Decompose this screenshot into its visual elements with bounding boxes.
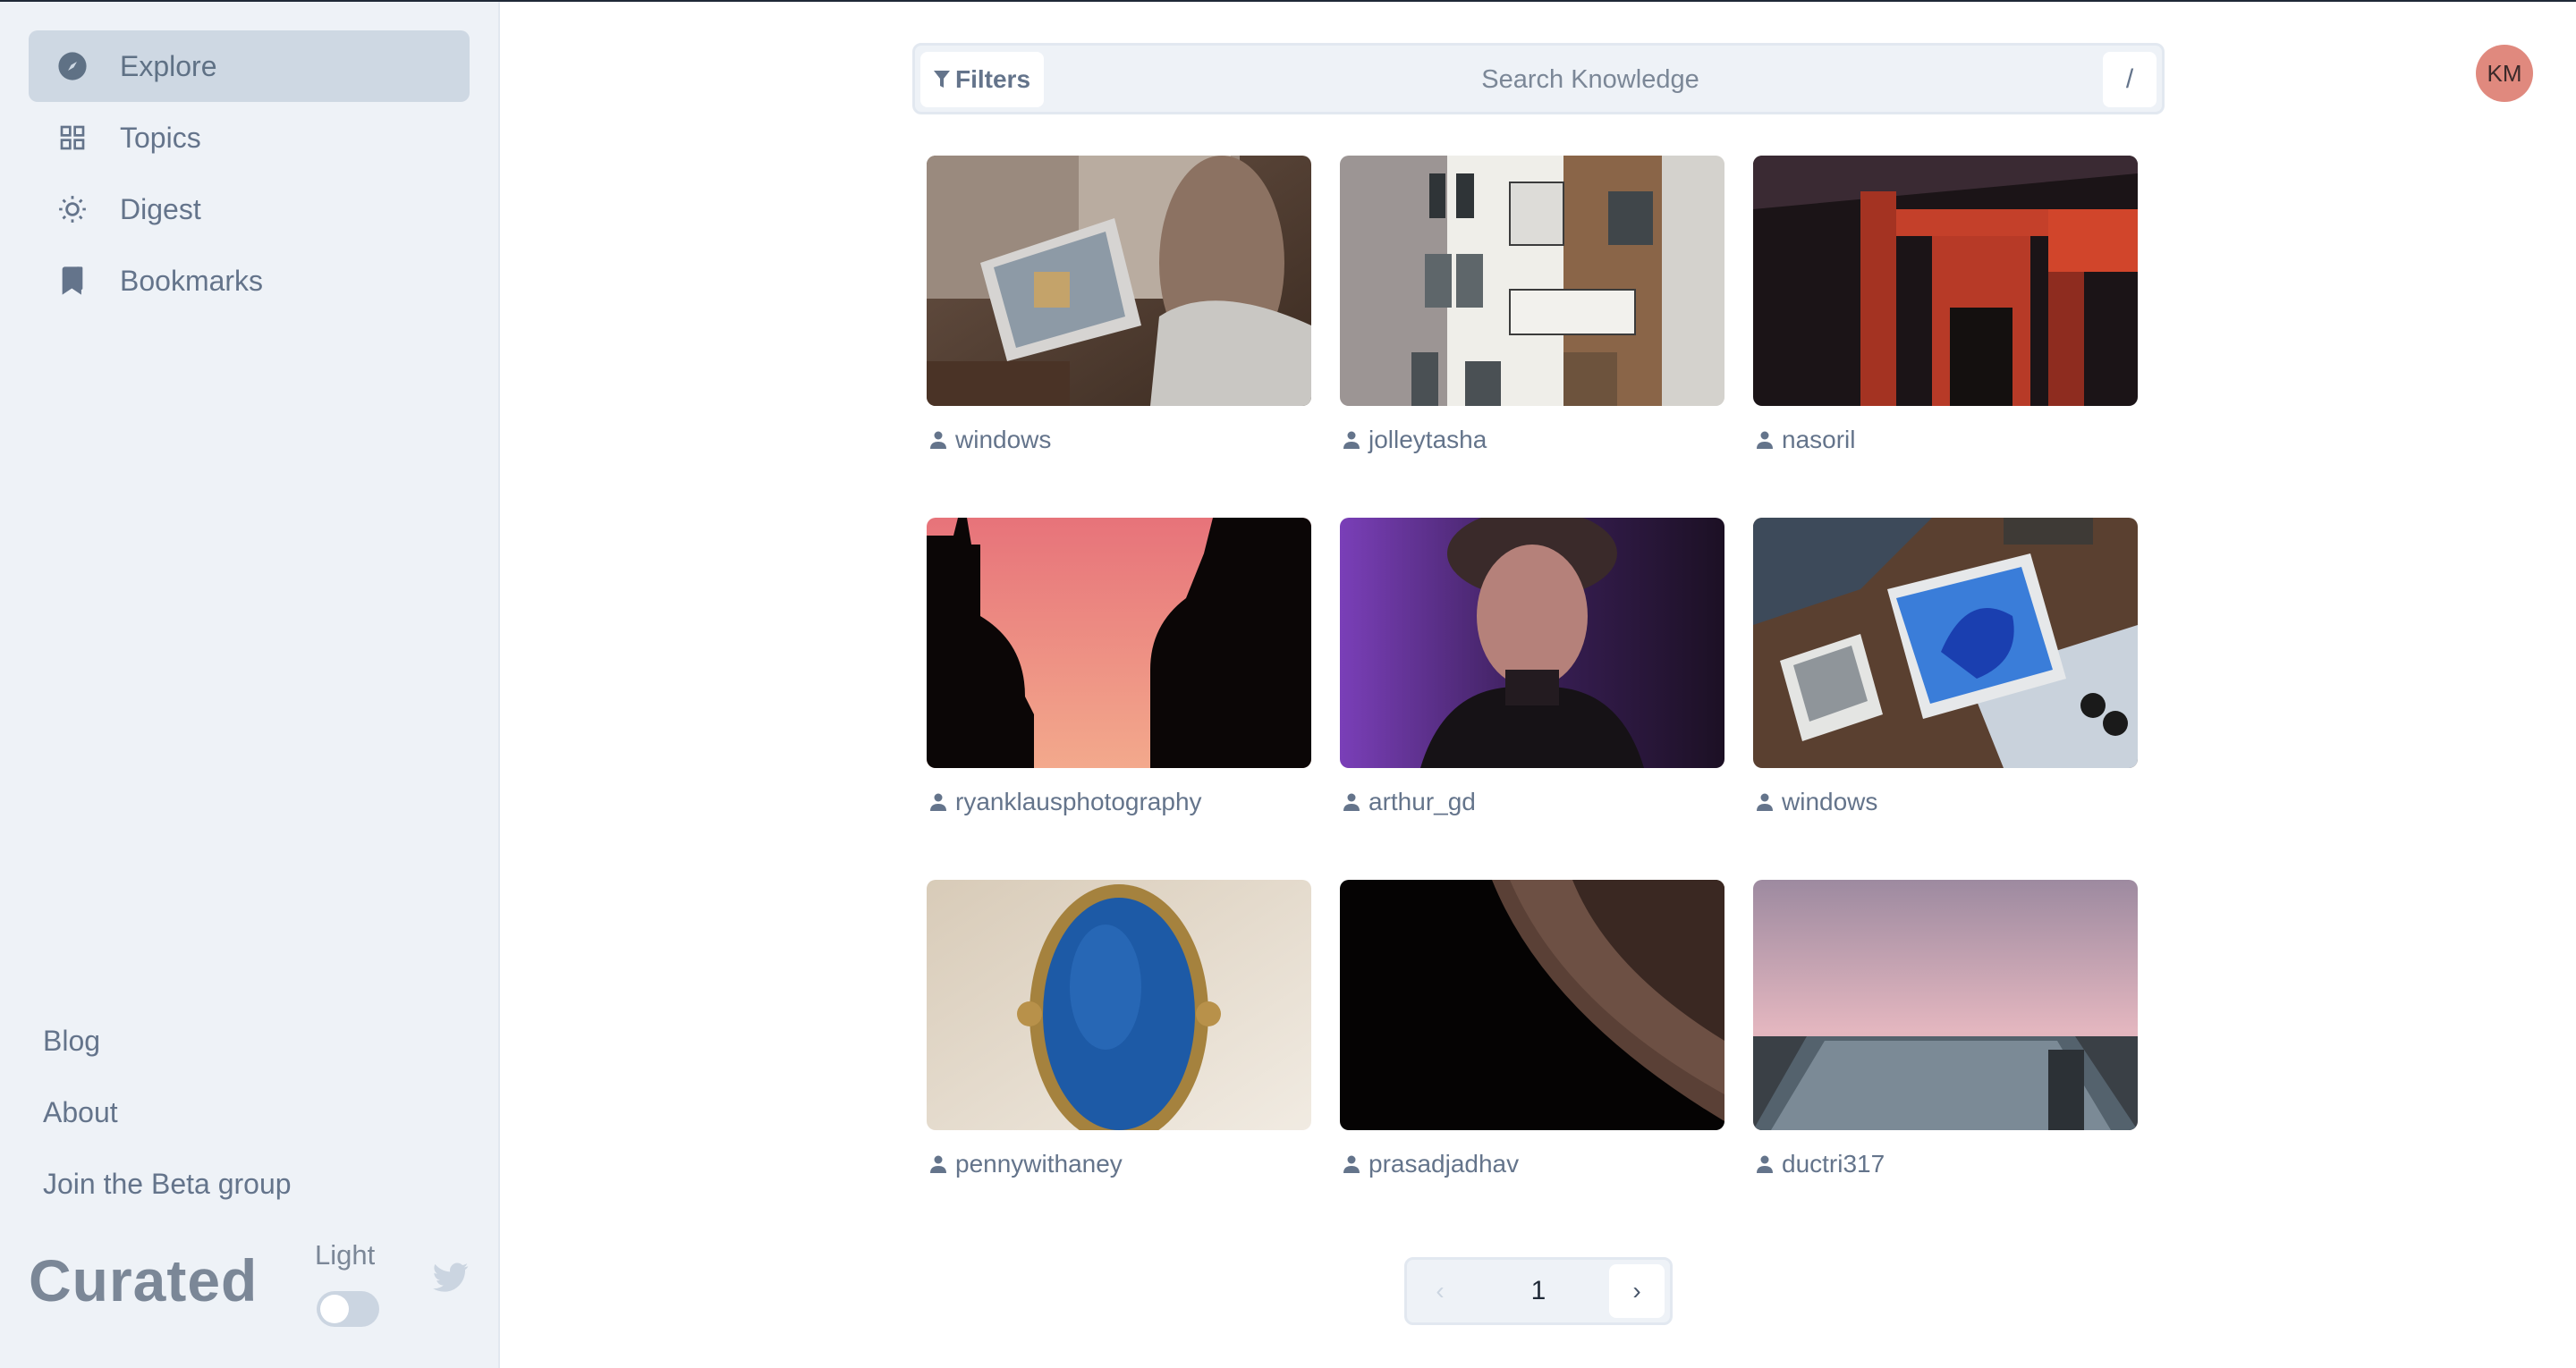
filters-button[interactable]: Filters [920,52,1044,107]
author-credit[interactable]: arthur_gd [1343,788,1724,816]
result-card: nasoril [1753,156,2138,454]
join-beta-link[interactable]: Join the Beta group [43,1164,292,1236]
result-card: jolleytasha [1340,156,1724,454]
author-name: windows [1782,788,1878,815]
theme-toggle[interactable] [317,1291,379,1327]
result-card: arthur_gd [1340,518,1724,816]
sidebar-item-label: Explore [120,49,217,82]
user-icon [1343,1155,1360,1173]
user-icon [930,1155,946,1173]
result-card: windows [927,156,1311,454]
blog-link[interactable]: Blog [43,1021,292,1093]
user-icon [1757,1155,1773,1173]
user-avatar[interactable]: KM [2476,45,2533,102]
result-image[interactable] [927,880,1311,1130]
result-image[interactable] [1340,156,1724,406]
result-card: ryanklausphotography [927,518,1311,816]
author-credit[interactable]: windows [930,426,1311,454]
user-icon [1343,431,1360,449]
author-credit[interactable]: jolleytasha [1343,426,1724,454]
next-page-button[interactable]: › [1609,1264,1665,1318]
sidebar-item-label: Topics [120,121,201,154]
result-card: pennywithaney [927,880,1311,1178]
sidebar-item-label: Bookmarks [120,264,264,297]
search-input[interactable] [1049,52,2131,107]
current-page-number: 1 [1530,1276,1546,1305]
author-name: pennywithaney [955,1150,1123,1178]
toggle-knob [320,1295,349,1323]
sun-icon [57,194,88,224]
twitter-icon[interactable] [433,1262,470,1295]
sidebar-item-explore[interactable]: Explore [29,30,470,102]
user-icon [1343,793,1360,811]
author-credit[interactable]: prasadjadhav [1343,1150,1724,1178]
author-name: jolleytasha [1368,426,1487,453]
user-icon [930,431,946,449]
result-image[interactable] [1753,880,2138,1130]
pagination: ‹ 1 › [1404,1257,1673,1325]
author-name: prasadjadhav [1368,1150,1520,1178]
author-credit[interactable]: ductri317 [1757,1150,2138,1178]
footer-links: Blog About Join the Beta group [43,1021,292,1236]
author-credit[interactable]: ryanklausphotography [930,788,1311,816]
search-shortcut-key: / [2103,52,2157,107]
filters-label: Filters [954,65,1031,93]
author-name: ductri317 [1782,1150,1885,1178]
bookmark-icon [57,266,88,296]
author-credit[interactable]: pennywithaney [930,1150,1311,1178]
result-card: windows [1753,518,2138,816]
sidebar-item-topics[interactable]: Topics [29,102,470,173]
result-image[interactable] [1340,880,1724,1130]
filter-icon [933,71,950,88]
result-image[interactable] [1753,156,2138,406]
sidebar: Explore Topics Digest Bookmarks Blog Abo… [0,2,500,1368]
sidebar-nav: Explore Topics Digest Bookmarks [29,30,470,317]
about-link[interactable]: About [43,1093,292,1164]
author-name: ryanklausphotography [955,788,1202,815]
sidebar-item-label: Digest [120,192,201,225]
sidebar-item-bookmarks[interactable]: Bookmarks [29,245,470,317]
result-card: prasadjadhav [1340,880,1724,1178]
result-image[interactable] [1753,518,2138,768]
author-credit[interactable]: nasoril [1757,426,2138,454]
sidebar-item-digest[interactable]: Digest [29,173,470,245]
brand-logo: Curated [29,1247,258,1313]
author-name: windows [955,426,1052,453]
user-icon [930,793,946,811]
result-image[interactable] [927,518,1311,768]
result-card: ductri317 [1753,880,2138,1178]
grid-icon [57,122,88,153]
user-icon [1757,793,1773,811]
theme-label: Light [315,1239,376,1271]
compass-icon [57,51,88,81]
search-bar: Filters / [912,43,2165,114]
user-icon [1757,431,1773,449]
previous-page-button[interactable]: ‹ [1412,1264,1468,1318]
author-name: nasoril [1782,426,1856,453]
result-image[interactable] [927,156,1311,406]
result-image[interactable] [1340,518,1724,768]
author-credit[interactable]: windows [1757,788,2138,816]
author-name: arthur_gd [1368,788,1476,815]
